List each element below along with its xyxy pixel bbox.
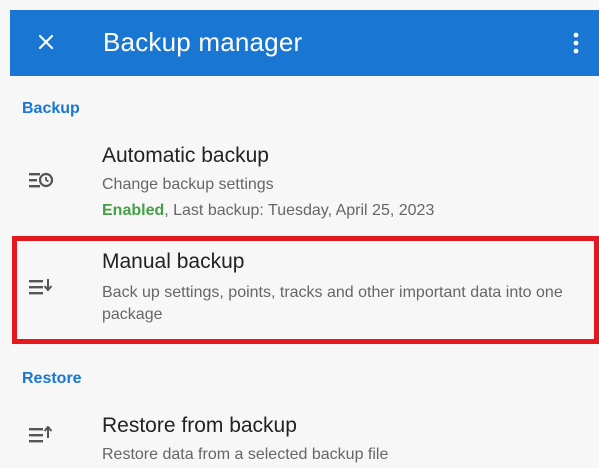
item-subtitle: Restore data from a selected backup file — [102, 446, 389, 463]
item-subtitle: Back up settings, points, tracks and oth… — [102, 284, 563, 323]
restore-from-backup-item[interactable]: Restore from backup Restore data from a … — [10, 404, 599, 468]
backup-schedule-icon — [29, 172, 54, 188]
page-title: Backup manager — [103, 27, 303, 57]
item-title: Automatic backup — [102, 144, 269, 167]
list-upload-icon — [29, 426, 53, 443]
more-vert-icon[interactable] — [567, 30, 585, 56]
status-enabled: Enabled — [102, 202, 165, 219]
section-header-restore: Restore — [22, 370, 82, 387]
app-bar: Backup manager — [10, 10, 599, 76]
manual-backup-item[interactable]: Manual backup Back up settings, points, … — [10, 240, 599, 340]
close-icon[interactable] — [32, 28, 60, 56]
item-title: Manual backup — [102, 250, 245, 273]
section-header-backup: Backup — [22, 100, 80, 117]
automatic-backup-item[interactable]: Automatic backup Change backup settings … — [10, 136, 599, 232]
list-download-icon — [29, 279, 53, 295]
item-title: Restore from backup — [102, 414, 297, 437]
item-subtitle: Change backup settings — [102, 176, 274, 193]
item-status: Enabled, Last backup: Tuesday, April 25,… — [102, 200, 572, 222]
status-last-backup: , Last backup: Tuesday, April 25, 2023 — [164, 202, 435, 219]
